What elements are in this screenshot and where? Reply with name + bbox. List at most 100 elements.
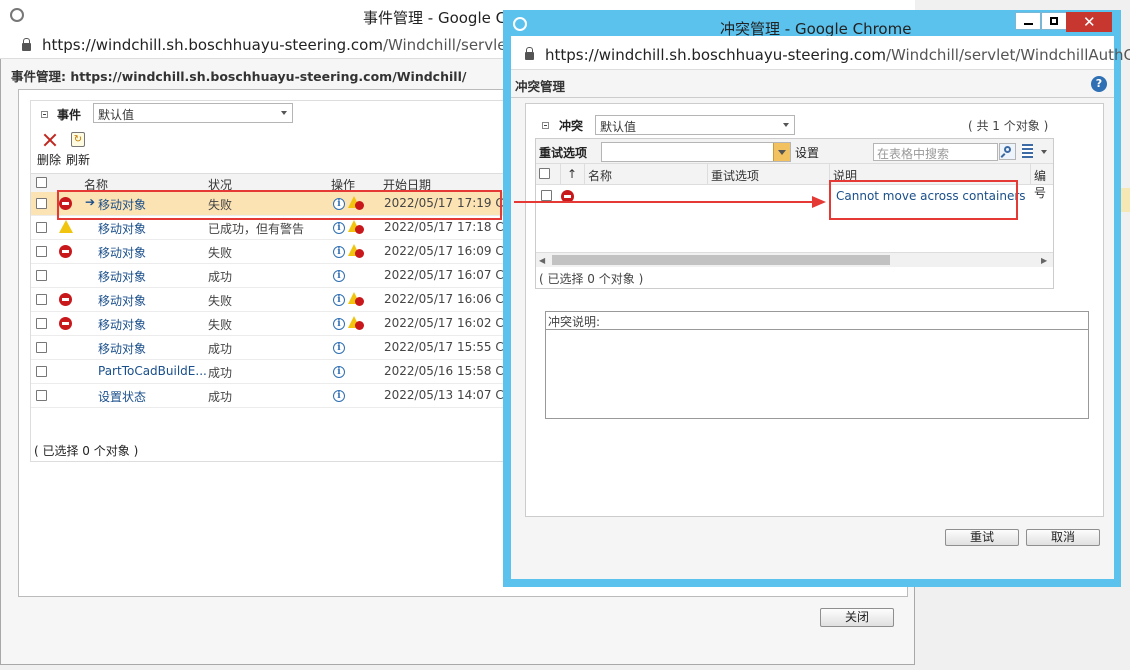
divider xyxy=(511,97,1114,98)
row-checkbox[interactable] xyxy=(36,222,47,233)
col-retry-option[interactable]: 重试选项 xyxy=(711,167,759,184)
row-state: 失败 xyxy=(208,294,233,308)
close-icon: ✕ xyxy=(1083,13,1096,31)
cancel-button[interactable]: 取消 xyxy=(1026,529,1100,546)
col-name[interactable]: 名称 xyxy=(588,167,612,184)
conflict-desc-label: 冲突说明: xyxy=(548,315,601,329)
refresh-icon[interactable]: ↻ xyxy=(71,132,85,147)
row-checkbox[interactable] xyxy=(36,342,47,353)
row-state: 成功 xyxy=(208,366,233,380)
help-icon[interactable]: ? xyxy=(1091,76,1107,92)
window-close-button[interactable]: ✕ xyxy=(1066,12,1112,32)
scroll-left-arrow[interactable]: ◀ xyxy=(539,256,545,265)
row-checkbox[interactable] xyxy=(36,198,47,209)
chevron-down-icon xyxy=(783,123,789,127)
col-sort[interactable]: ↑ xyxy=(567,167,577,181)
search-placeholder: 在表格中搜索 xyxy=(877,147,950,161)
row-checkbox[interactable] xyxy=(36,366,47,377)
warning-error-icon[interactable] xyxy=(348,292,364,306)
arrow-head xyxy=(812,196,826,208)
row-state: 失败 xyxy=(208,318,233,332)
info-icon[interactable]: i xyxy=(333,342,345,354)
dropdown-button[interactable] xyxy=(773,143,790,161)
scroll-right-arrow[interactable]: ▶ xyxy=(1041,256,1047,265)
row-state: 成功 xyxy=(208,390,233,404)
delete-icon[interactable] xyxy=(43,133,57,147)
background-row-highlight xyxy=(1121,188,1130,212)
table-row[interactable]: 移动对象 成功 i 2022/05/17 15:55 C... xyxy=(31,336,515,360)
info-icon[interactable]: i xyxy=(333,294,345,306)
collapse-icon[interactable] xyxy=(41,111,48,118)
horizontal-scrollbar[interactable]: ◀ ▶ xyxy=(536,252,1053,267)
select-all-checkbox[interactable] xyxy=(36,177,47,188)
row-state: 成功 xyxy=(208,270,233,284)
fg-address-bar[interactable]: https://windchill.sh.boschhuayu-steering… xyxy=(511,36,1130,70)
row-start-date: 2022/05/16 15:58 C... xyxy=(384,364,516,378)
table-row[interactable]: PartToCadBuildE... 成功 i 2022/05/16 15:58 C.… xyxy=(31,360,515,384)
search-icon[interactable] xyxy=(999,143,1016,160)
row-name-link[interactable]: 移动对象 xyxy=(98,268,146,285)
table-row[interactable]: 设置状态 成功 i 2022/05/13 14:07 C... xyxy=(31,384,515,408)
info-icon[interactable]: i xyxy=(333,366,345,378)
settings-link[interactable]: 设置 xyxy=(795,144,819,161)
chevron-down-icon[interactable] xyxy=(1041,150,1047,154)
row-name-link[interactable]: 设置状态 xyxy=(98,388,146,405)
row-checkbox[interactable] xyxy=(36,294,47,305)
view-select[interactable]: 默认值 xyxy=(595,115,795,135)
column-view-icon[interactable] xyxy=(1022,144,1033,158)
delete-button[interactable]: 删除 xyxy=(37,151,61,168)
row-state: 失败 xyxy=(208,246,233,260)
row-name-link[interactable]: 移动对象 xyxy=(98,340,146,357)
fg-url-text[interactable]: https://windchill.sh.boschhuayu-steering… xyxy=(545,46,1130,64)
row-name-link[interactable]: 移动对象 xyxy=(98,292,146,309)
warning-error-icon[interactable] xyxy=(348,220,364,234)
view-select[interactable]: 默认值 xyxy=(93,103,293,123)
row-checkbox[interactable] xyxy=(36,318,47,329)
row-start-date: 2022/05/13 14:07 C... xyxy=(384,388,516,402)
warning-error-icon[interactable] xyxy=(348,316,364,330)
info-icon[interactable]: i xyxy=(333,390,345,402)
table-row[interactable]: 移动对象 失败 i 2022/05/17 16:02 C... xyxy=(31,312,515,336)
chrome-icon xyxy=(10,8,24,22)
table-search-input[interactable]: 在表格中搜索 xyxy=(873,143,998,161)
selection-status: ( 已选择 0 个对象 ) xyxy=(34,444,139,458)
events-table-panel: 事件 默认值 删除 ↻ 刷新 名称 状况 操作 开始日期 ( 已选择 0 个对象… xyxy=(30,100,515,462)
warning-icon xyxy=(59,220,73,233)
info-icon[interactable]: i xyxy=(333,270,345,282)
row-checkbox[interactable] xyxy=(36,246,47,257)
conflict-description-box[interactable]: 冲突说明: xyxy=(545,311,1089,419)
retry-button[interactable]: 重试 xyxy=(945,529,1019,546)
table-row[interactable]: 移动对象 失败 i 2022/05/17 16:06 C... xyxy=(31,288,515,312)
row-name-link[interactable]: PartToCadBuildE... xyxy=(98,364,207,378)
table-row[interactable]: 移动对象 失败 i 2022/05/17 16:09 C... xyxy=(31,240,515,264)
maximize-button[interactable] xyxy=(1041,12,1067,30)
info-icon[interactable]: i xyxy=(333,222,345,234)
retry-option-select[interactable] xyxy=(601,142,791,162)
row-name-link[interactable]: 移动对象 xyxy=(98,244,146,261)
collapse-icon[interactable] xyxy=(542,122,549,129)
table-row[interactable]: 移动对象 成功 i 2022/05/17 16:07 C... xyxy=(31,264,515,288)
chevron-down-icon xyxy=(778,150,786,155)
row-checkbox[interactable] xyxy=(36,270,47,281)
refresh-button[interactable]: 刷新 xyxy=(66,151,90,168)
annotation-arrow xyxy=(514,196,826,208)
bg-url-text[interactable]: https://windchill.sh.boschhuayu-steering… xyxy=(42,36,555,54)
retry-option-label: 重试选项 xyxy=(539,146,588,160)
stop-icon xyxy=(59,245,72,258)
highlight-annotation-description xyxy=(829,180,1018,220)
close-button[interactable]: 关闭 xyxy=(820,608,894,627)
chrome-icon xyxy=(513,17,527,31)
row-checkbox[interactable] xyxy=(36,390,47,401)
select-all-checkbox[interactable] xyxy=(539,168,550,179)
warning-error-icon[interactable] xyxy=(348,244,364,258)
info-icon[interactable]: i xyxy=(333,246,345,258)
minimize-button[interactable] xyxy=(1015,12,1041,30)
row-start-date: 2022/05/17 17:18 C... xyxy=(384,220,516,234)
row-start-date: 2022/05/17 16:07 C... xyxy=(384,268,516,282)
chevron-down-icon xyxy=(281,111,287,115)
row-name-link[interactable]: 移动对象 xyxy=(98,316,146,333)
row-name-link[interactable]: 移动对象 xyxy=(98,220,146,237)
scrollbar-thumb[interactable] xyxy=(552,255,890,265)
info-icon[interactable]: i xyxy=(333,318,345,330)
fg-page-heading: 冲突管理 xyxy=(515,79,566,94)
